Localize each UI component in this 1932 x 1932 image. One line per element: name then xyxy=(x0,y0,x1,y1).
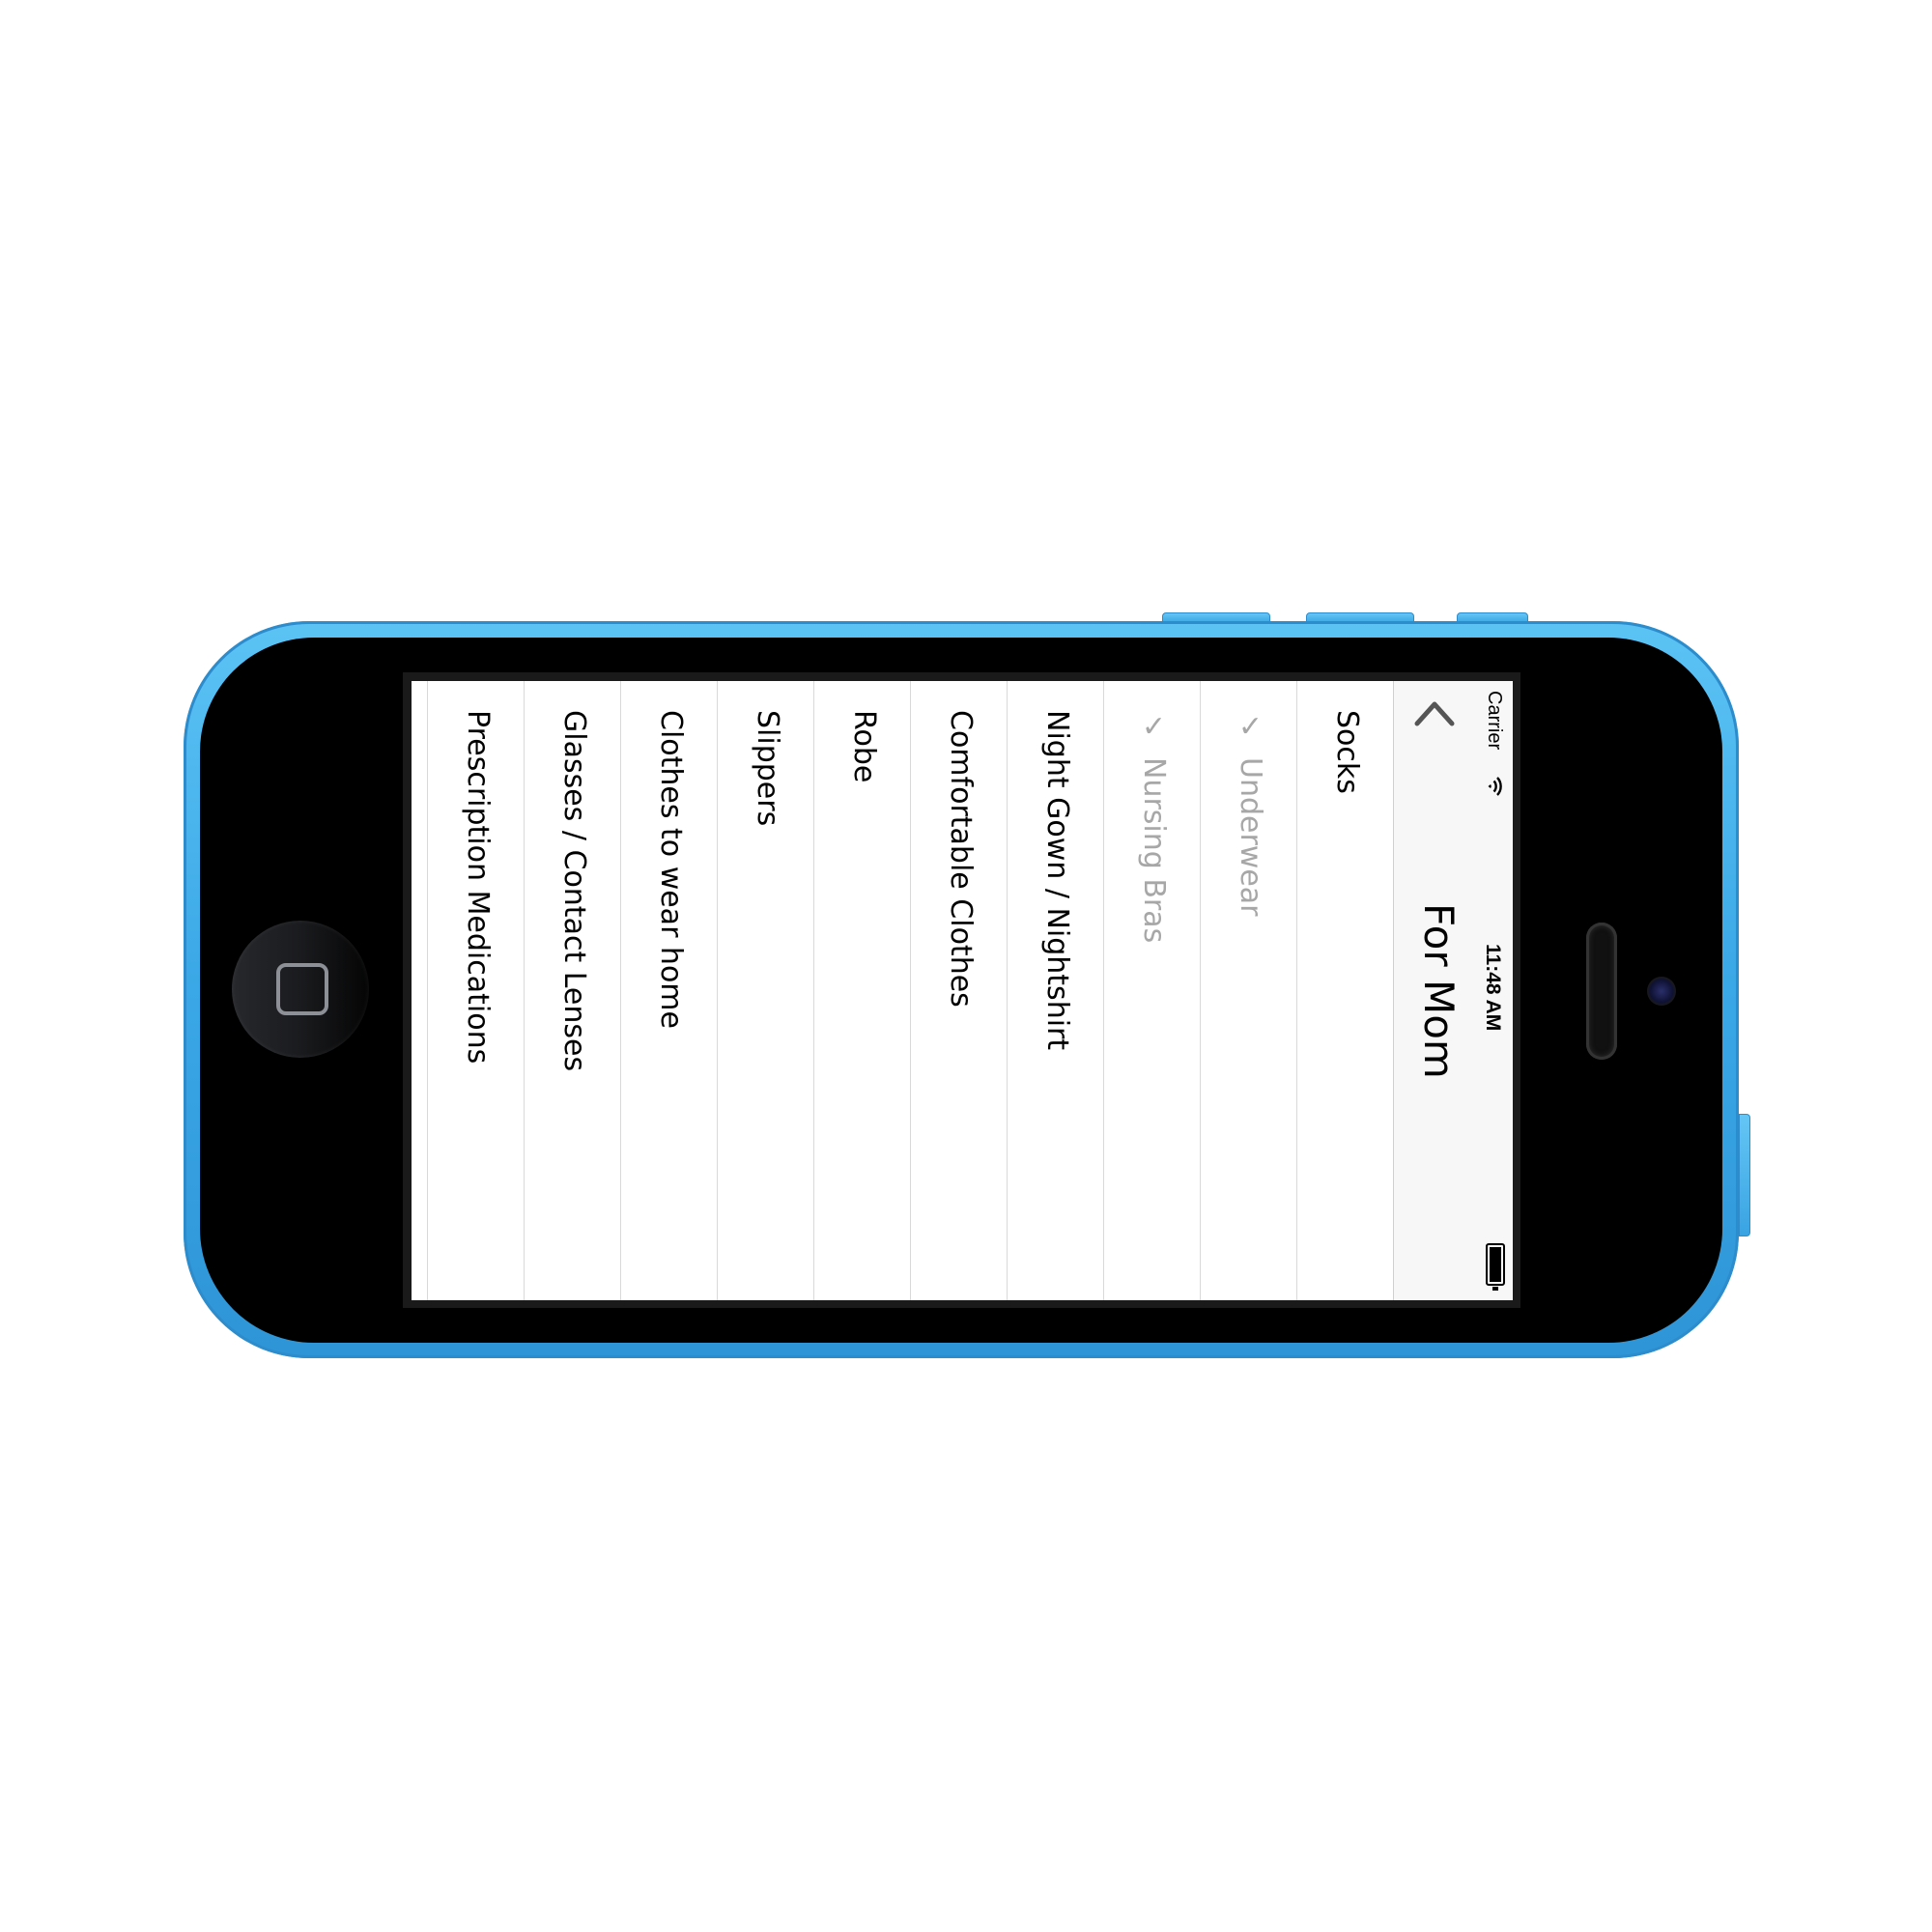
back-button[interactable] xyxy=(1413,693,1456,735)
list-item-text: Socks xyxy=(1330,710,1364,794)
wifi-icon xyxy=(1488,777,1502,796)
home-square-icon xyxy=(276,963,328,1015)
checkmark-icon: ✓ xyxy=(1234,710,1267,744)
battery-tip xyxy=(1492,1287,1498,1291)
navigation-bar: For Mom Carrier 11:48 AM xyxy=(1393,681,1513,1300)
battery-level-fill xyxy=(1490,1247,1501,1282)
list-item-text: Underwear xyxy=(1234,757,1267,917)
list-item-label: Clothes to wear home xyxy=(654,710,688,1029)
list-item-text: Robe xyxy=(847,710,881,783)
list-item[interactable]: Comfortable Clothes xyxy=(910,681,1007,1300)
list-item-label: Prescription Medications xyxy=(461,710,495,1064)
list-item[interactable]: Night Gown / Nightshirt xyxy=(1007,681,1103,1300)
list-item-text: Prescription Medications xyxy=(461,710,495,1065)
list-item[interactable]: ✓ Nursing Bras xyxy=(1103,681,1200,1300)
sleep-wake-button[interactable] xyxy=(1739,1114,1750,1236)
list-item-label: Slippers xyxy=(751,710,784,826)
list-item-label: Glasses / Contact Lenses xyxy=(557,710,591,1071)
list-item[interactable]: ✓ Underwear xyxy=(1200,681,1296,1300)
carrier-label: Carrier xyxy=(1484,691,1505,751)
home-button[interactable] xyxy=(232,921,369,1058)
earpiece-speaker xyxy=(1586,923,1617,1060)
list-item[interactable]: Clothes to wear home xyxy=(620,681,717,1300)
list-item-label: ✓ Underwear xyxy=(1234,710,1267,917)
list-item-text: Night Gown / Nightshirt xyxy=(1040,710,1074,1051)
list-item[interactable]: Prescription Medications xyxy=(427,681,524,1300)
status-time: 11:48 AM xyxy=(1482,944,1504,1032)
list-item-text: Nursing Bras xyxy=(1137,757,1171,944)
list-item[interactable]: Glasses / Contact Lenses xyxy=(524,681,620,1300)
list-item[interactable]: Slippers xyxy=(717,681,813,1300)
list-item[interactable]: Robe xyxy=(813,681,910,1300)
page-title: For Mom xyxy=(1415,903,1463,1079)
battery-icon xyxy=(1486,1243,1505,1291)
list-item-text: Glasses / Contact Lenses xyxy=(557,710,591,1072)
list-item-text: Slippers xyxy=(751,710,784,827)
app-screen: Socks ✓ Underwear ✓ Nursing Bras Night Gown /… xyxy=(412,681,1513,1300)
list-item-label: ✓ Nursing Bras xyxy=(1137,710,1171,943)
list-item-text: Comfortable Clothes xyxy=(944,710,978,1008)
checkmark-icon: ✓ xyxy=(1137,710,1171,744)
chevron-back-icon xyxy=(1414,701,1455,726)
front-camera-icon xyxy=(1647,977,1676,1006)
list-item[interactable]: Socks xyxy=(1296,681,1393,1300)
status-bar: Carrier 11:48 AM xyxy=(1475,681,1513,1300)
list-item-label: Robe xyxy=(847,710,881,782)
list-item-label: Night Gown / Nightshirt xyxy=(1040,710,1074,1050)
list-item-label: Socks xyxy=(1330,710,1364,794)
list-item-text: Clothes to wear home xyxy=(654,710,688,1029)
checklist: Socks ✓ Underwear ✓ Nursing Bras Night Gown /… xyxy=(412,681,1393,1300)
list-item-label: Comfortable Clothes xyxy=(944,710,978,1008)
